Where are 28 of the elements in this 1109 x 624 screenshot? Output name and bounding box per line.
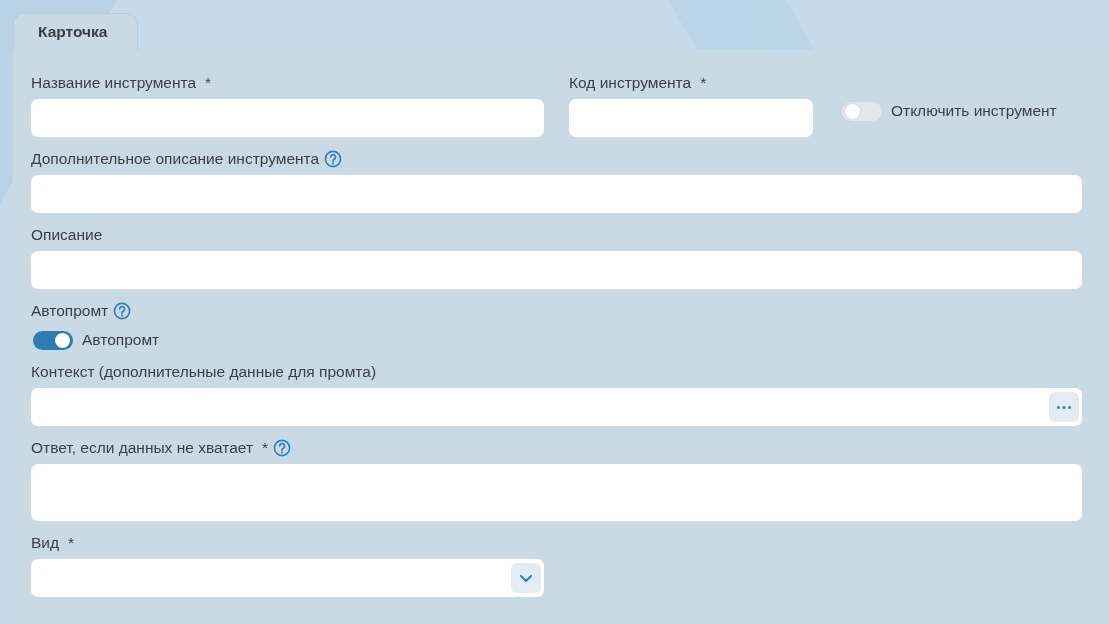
input-field[interactable]: [31, 251, 1082, 289]
toggle-switch[interactable]: [33, 330, 73, 350]
field-label: Код инструмента: [569, 73, 692, 93]
field-label: Дополнительное описание инструмента: [31, 149, 320, 169]
input-field[interactable]: [31, 175, 1082, 213]
input-field[interactable]: [31, 388, 1082, 426]
required-mark: *: [262, 438, 269, 458]
field-label: Описание: [31, 225, 103, 245]
field-label: Автопромт: [31, 301, 109, 321]
input-field[interactable]: [31, 99, 544, 137]
select-field[interactable]: [31, 559, 544, 597]
required-mark: *: [68, 533, 75, 553]
field-label: Контекст (дополнительные данные для промта): [31, 362, 377, 382]
tab[interactable]: Карточка: [13, 13, 138, 50]
required-mark: *: [205, 73, 212, 93]
text-area[interactable]: [31, 464, 1082, 521]
more-button[interactable]: [1049, 392, 1079, 422]
chevron-icon: [520, 574, 532, 582]
input-field[interactable]: [569, 99, 813, 137]
dropdown-button[interactable]: [511, 563, 541, 593]
field-label: Ответ, если данных не хватает: [31, 438, 253, 458]
field-label: Название инструмента: [31, 73, 197, 93]
switch-label: Автопромт: [82, 330, 160, 350]
required-mark: *: [700, 73, 707, 93]
field-label: Вид: [31, 533, 60, 553]
toggle-switch[interactable]: [842, 101, 882, 121]
switch-label: Отключить инструмент: [891, 101, 1057, 121]
more-icon: [1057, 405, 1071, 409]
